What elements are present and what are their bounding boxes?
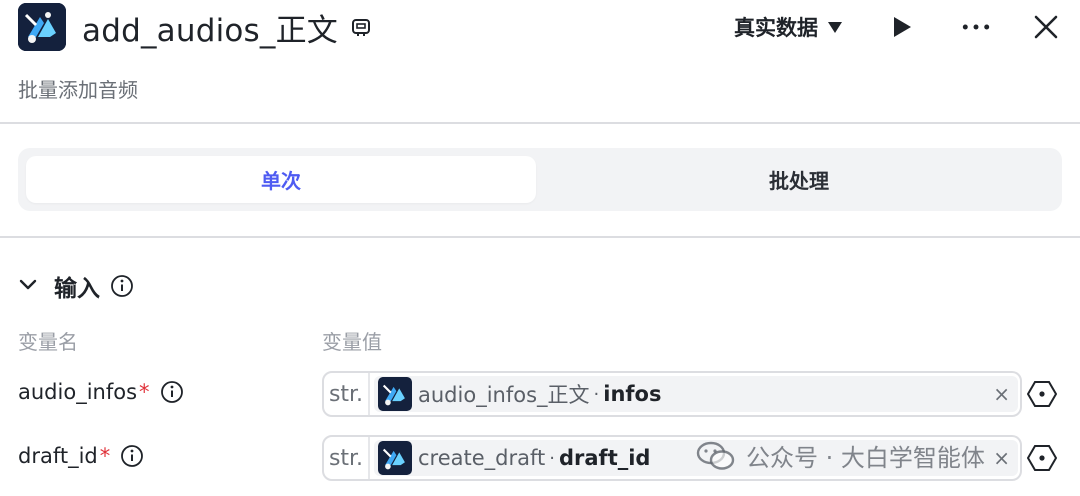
reference-separator: · bbox=[593, 383, 600, 405]
input-section-title: 输入 bbox=[54, 276, 100, 302]
header-divider bbox=[0, 122, 1080, 124]
reference-chip[interactable]: audio_infos_正文 · infos × bbox=[374, 376, 1018, 412]
title-row: add_audios_正文 bbox=[18, 2, 372, 52]
type-tag: str. bbox=[324, 373, 370, 415]
reference-field: draft_id bbox=[559, 446, 651, 470]
variable-name: audio_infos bbox=[18, 380, 138, 404]
variable-value-field[interactable]: str. audio_infos_正文 · infos × bbox=[322, 371, 1022, 417]
reference-field: infos bbox=[603, 382, 662, 406]
reference-separator: · bbox=[549, 447, 555, 469]
tab-single[interactable]: 单次 bbox=[26, 156, 536, 203]
edit-icon[interactable] bbox=[350, 16, 372, 38]
watermark: 公众号 · 大白学智能体 bbox=[696, 438, 1080, 473]
node-logo-icon bbox=[378, 377, 412, 411]
variable-name-audio-infos: audio_infos * bbox=[18, 380, 184, 404]
chevron-down-icon[interactable] bbox=[18, 277, 38, 296]
data-source-label: 真实数据 bbox=[734, 16, 818, 40]
clear-icon[interactable]: × bbox=[993, 382, 1010, 406]
type-tag: str. bbox=[324, 437, 370, 479]
mode-segmented-control: 单次 批处理 bbox=[18, 148, 1062, 211]
panel-header: add_audios_正文 真实数据 bbox=[18, 2, 1062, 52]
info-icon[interactable] bbox=[110, 274, 134, 298]
app-logo-icon bbox=[18, 3, 66, 51]
tab-batch[interactable]: 批处理 bbox=[544, 156, 1054, 203]
reference-node: create_draft bbox=[418, 446, 546, 470]
info-icon[interactable] bbox=[160, 380, 184, 404]
variable-hex-icon[interactable] bbox=[1026, 378, 1058, 410]
more-icon[interactable] bbox=[962, 13, 990, 41]
node-title: add_audios_正文 bbox=[82, 12, 339, 49]
reference-node: audio_infos_正文 bbox=[418, 383, 590, 407]
column-header-value: 变量值 bbox=[322, 330, 382, 354]
info-icon[interactable] bbox=[120, 444, 144, 468]
required-mark: * bbox=[99, 444, 111, 468]
watermark-text: 公众号 · 大白学智能体 bbox=[746, 444, 985, 472]
required-mark: * bbox=[139, 380, 150, 404]
data-source-select[interactable]: 真实数据 bbox=[734, 12, 842, 42]
tabs-divider bbox=[0, 236, 1080, 238]
wechat-icon bbox=[696, 441, 735, 470]
variable-name-draft-id: draft_id * bbox=[18, 444, 144, 468]
caret-down-icon bbox=[828, 21, 842, 33]
node-logo-icon bbox=[378, 441, 412, 475]
input-section-header[interactable]: 输入 bbox=[18, 266, 134, 306]
close-icon[interactable] bbox=[1032, 13, 1060, 41]
variable-name: draft_id bbox=[18, 444, 98, 468]
header-actions: 真实数据 bbox=[734, 2, 1062, 52]
node-description: 批量添加音频 bbox=[18, 78, 138, 102]
play-icon[interactable] bbox=[888, 13, 916, 41]
column-header-name: 变量名 bbox=[18, 330, 78, 354]
